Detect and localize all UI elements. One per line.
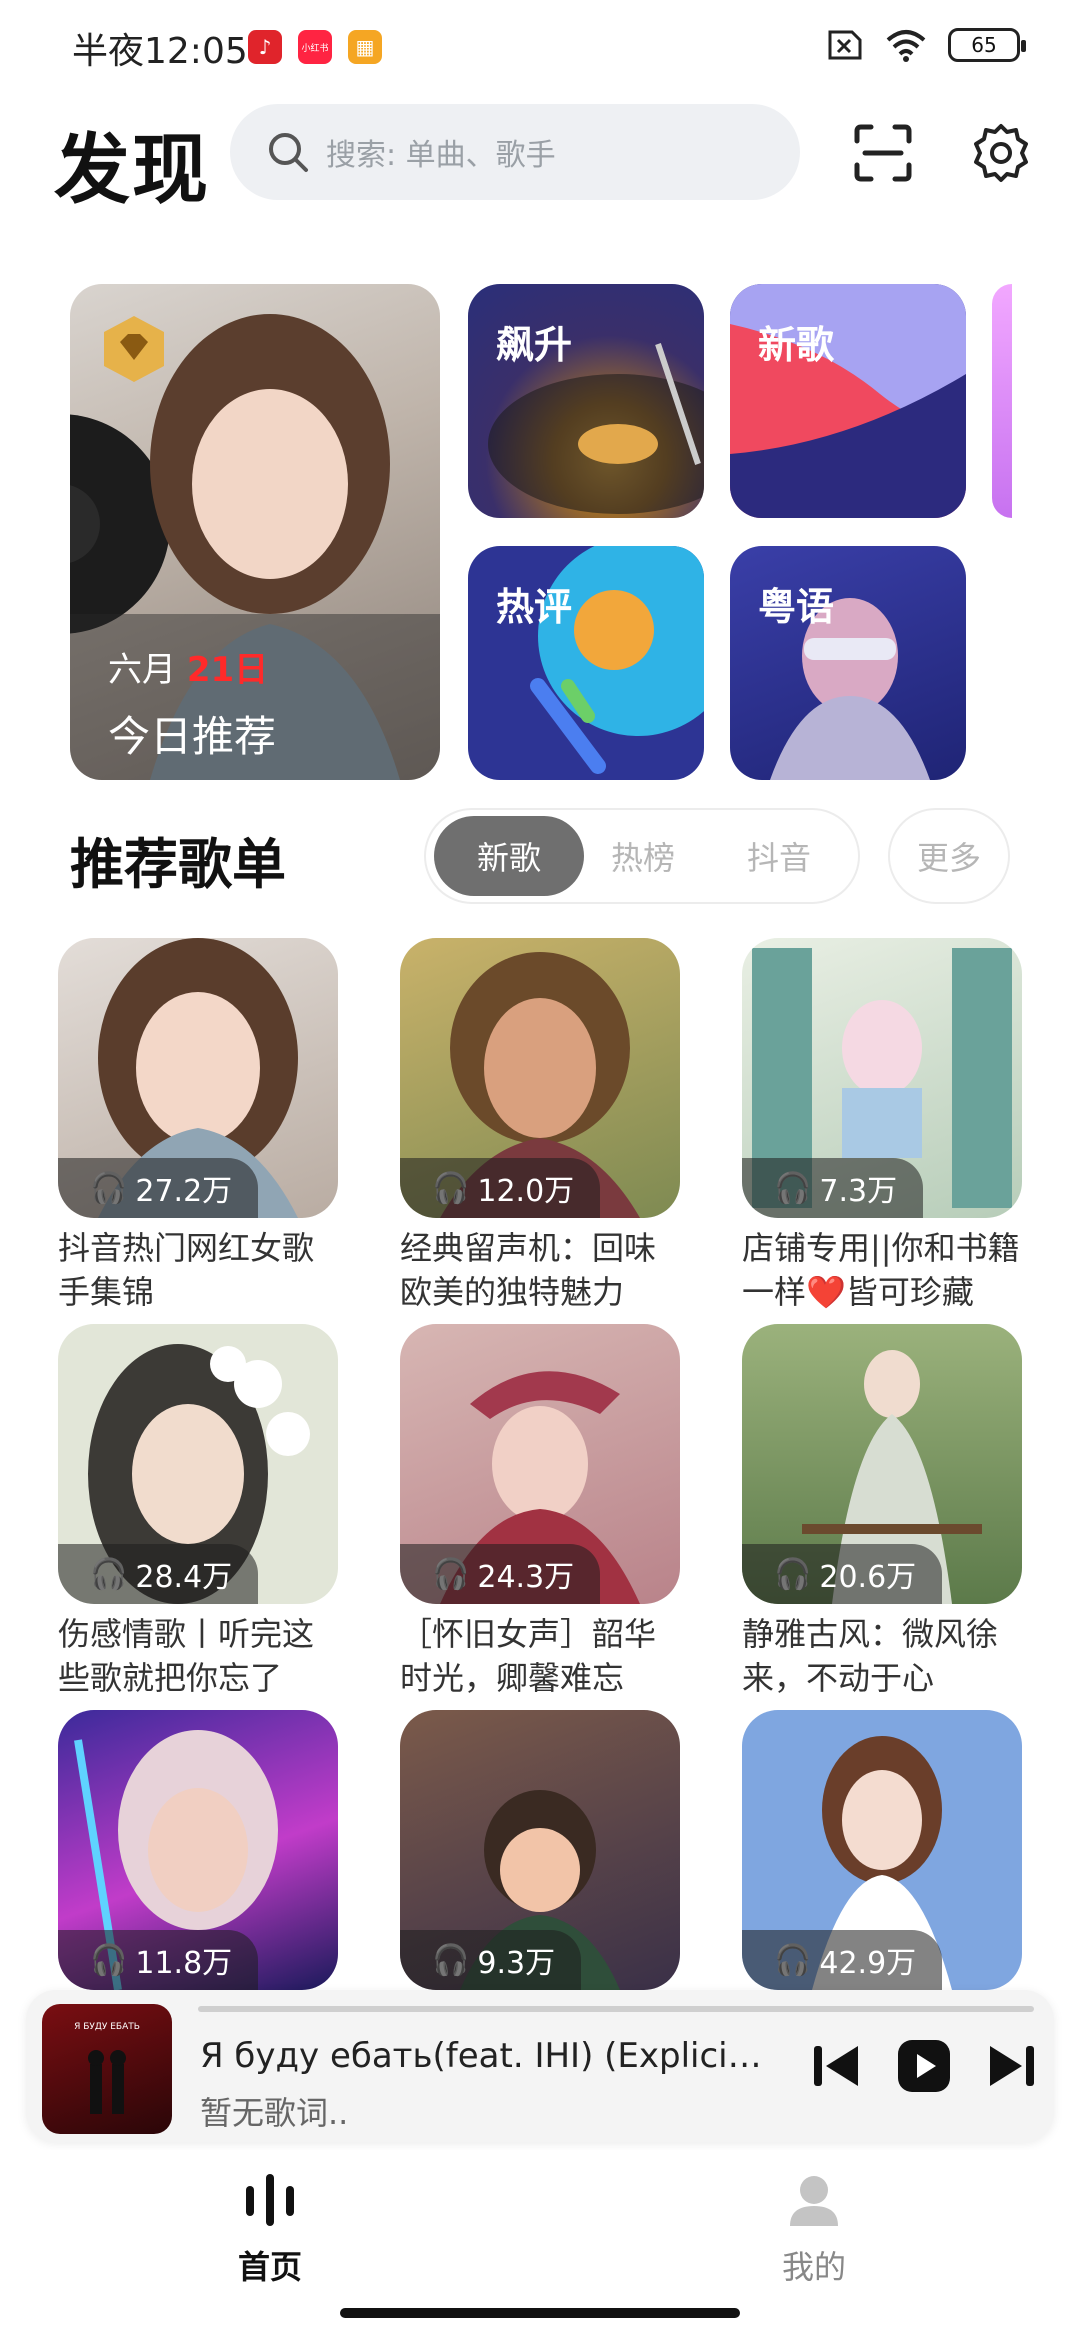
nav-mine-label: 我的 [781,2248,846,2286]
play-count: 🎧 42.9万 [742,1930,943,1990]
playlist-name: ［怀旧女声］韶华时光，卿馨难忘 [400,1615,657,1697]
daily-day: 21日 [186,650,269,690]
battery-indicator: 65 [948,28,1026,62]
home-indicator [340,2308,740,2318]
playlist-card[interactable]: 🎧 27.2万 抖音热门网红女歌手集锦 [58,938,338,1314]
playlist-card[interactable]: 🎧 7.3万 店铺专用||你和书籍一样❤️皆可珍藏 [742,938,1022,1314]
next-icon [990,2046,1034,2086]
scan-button[interactable] [848,118,918,188]
mini-player[interactable]: Я БУДУ ЕБАТЬ Я буду ебать(feat. IHI) (Ex… [26,1990,1054,2142]
playlist-card[interactable]: 🎧 24.3万 ［怀旧女声］韶华时光，卿馨难忘 [400,1324,680,1700]
now-playing-art: Я БУДУ ЕБАТЬ [42,2004,172,2134]
daily-label: 今日推荐 [108,712,277,761]
tile-new-songs[interactable]: 新歌 [730,284,966,518]
play-count: 🎧 28.4万 [58,1544,259,1604]
play-count: 🎧 24.3万 [400,1544,601,1604]
user-icon [790,2176,838,2226]
previous-icon [814,2046,858,2086]
playlist-cover: 🎧 20.6万 [742,1324,1022,1604]
play-count: 🎧 20.6万 [742,1544,943,1604]
playlist-cover: 🎧 42.9万 [742,1710,1022,1990]
play-count: 🎧 11.8万 [58,1930,259,1990]
song-title: Я буду ебать(feat. IHI) (Explicit)... [200,2036,770,2076]
playlist-name: 经典留声机：回味欧美的独特魅力 [400,1229,657,1311]
playlist-cover: 🎧 27.2万 [58,938,338,1218]
playlist-name: 伤感情歌丨听完这些歌就把你忘了 [58,1615,315,1697]
play-count: 🎧 12.0万 [400,1158,601,1218]
tab-douyin[interactable]: 抖音 [704,816,854,896]
headphones-icon: 🎧 [774,1170,812,1206]
headphones-icon: 🎧 [774,1556,812,1592]
play-button[interactable] [894,2036,954,2096]
headphones-icon: 🎧 [774,1942,812,1978]
search-placeholder: 搜索: 单曲、歌手 [326,138,556,173]
headphones-icon: 🎧 [432,1556,470,1592]
tab-hot[interactable]: 热榜 [568,816,718,896]
playlist-cover: 🎧 11.8万 [58,1710,338,1990]
playlist-card[interactable]: 🎧 9.3万 [400,1710,680,1990]
gear-icon [974,124,1028,182]
playlist-name: 抖音热门网红女歌手集锦 [58,1229,315,1311]
tab-new[interactable]: 新歌 [434,816,584,896]
status-time: 半夜12:05 [72,31,248,72]
tile-rising[interactable]: 飙升 [468,284,704,518]
previous-button[interactable] [806,2036,866,2096]
play-icon [898,2040,950,2092]
progress-bar[interactable] [198,2006,1034,2012]
tile-cantonese[interactable]: 粤语 [730,546,966,780]
search-icon [269,133,308,172]
playlist-cover: 🎧 9.3万 [400,1710,680,1990]
tile-peek[interactable] [992,284,1012,518]
tile-label: 新歌 [758,323,835,367]
playlist-cover: 🎧 12.0万 [400,938,680,1218]
xiaohongshu-icon: 小红书 [298,30,332,64]
tile-hot-comments[interactable]: 热评 [468,546,704,780]
section-title: 推荐歌单 [70,833,286,896]
play-count: 🎧 9.3万 [400,1930,582,1990]
playlist-card[interactable]: 🎧 42.9万 [742,1710,1022,1990]
playlist-card[interactable]: 🎧 28.4万 伤感情歌丨听完这些歌就把你忘了 [58,1324,338,1700]
daily-recommend-card[interactable]: 六月 21日 今日推荐 [70,284,440,780]
home-bars-icon [246,2174,294,2226]
tile-label: 粤语 [758,585,835,629]
playlist-name: 店铺专用||你和书籍一样❤️皆可珍藏 [742,1229,1020,1311]
tile-label: 飙升 [496,323,573,367]
no-sim-icon [828,30,862,60]
play-count: 🎧 27.2万 [58,1158,259,1218]
nav-home[interactable]: 首页 [190,2170,350,2288]
playlist-name: 静雅古风：微风徐来，不动于心 [742,1615,999,1697]
page-title: 发现 [54,125,210,214]
playlist-card[interactable]: 🎧 20.6万 静雅古风：微风徐来，不动于心 [742,1324,1022,1700]
playlist-card[interactable]: 🎧 12.0万 经典留声机：回味欧美的独特魅力 [400,938,680,1314]
play-count: 🎧 7.3万 [742,1158,924,1218]
next-button[interactable] [982,2036,1042,2096]
nav-mine[interactable]: 我的 [734,2170,894,2288]
taobao-icon: ▦ [348,30,382,64]
headphones-icon: 🎧 [432,1170,470,1206]
netease-music-icon: ♪ [248,30,282,64]
headphones-icon: 🎧 [90,1556,128,1592]
headphones-icon: 🎧 [90,1942,128,1978]
more-button[interactable]: 更多 [888,808,1010,904]
headphones-icon: 🎧 [90,1170,128,1206]
playlist-cover: 🎧 28.4万 [58,1324,338,1604]
playlist-cover: 🎧 24.3万 [400,1324,680,1604]
status-bar: 半夜12:05 ♪ 小红书 ▦ 65 [0,0,1080,96]
daily-month: 六月 [108,650,187,690]
scan-icon [854,124,912,182]
nav-home-label: 首页 [237,2248,302,2286]
playlist-tabs: 新歌 热榜 抖音 [424,808,860,904]
tile-label: 热评 [496,585,573,629]
lyric-text: 暂无歌词.. [200,2094,349,2132]
diamond-badge-icon [104,316,164,382]
settings-button[interactable] [966,118,1036,188]
playlist-cover: 🎧 7.3万 [742,938,1022,1218]
wifi-icon [886,30,926,62]
headphones-icon: 🎧 [432,1942,470,1978]
playlist-card[interactable]: 🎧 11.8万 [58,1710,338,1990]
search-input[interactable]: 搜索: 单曲、歌手 [230,104,800,200]
